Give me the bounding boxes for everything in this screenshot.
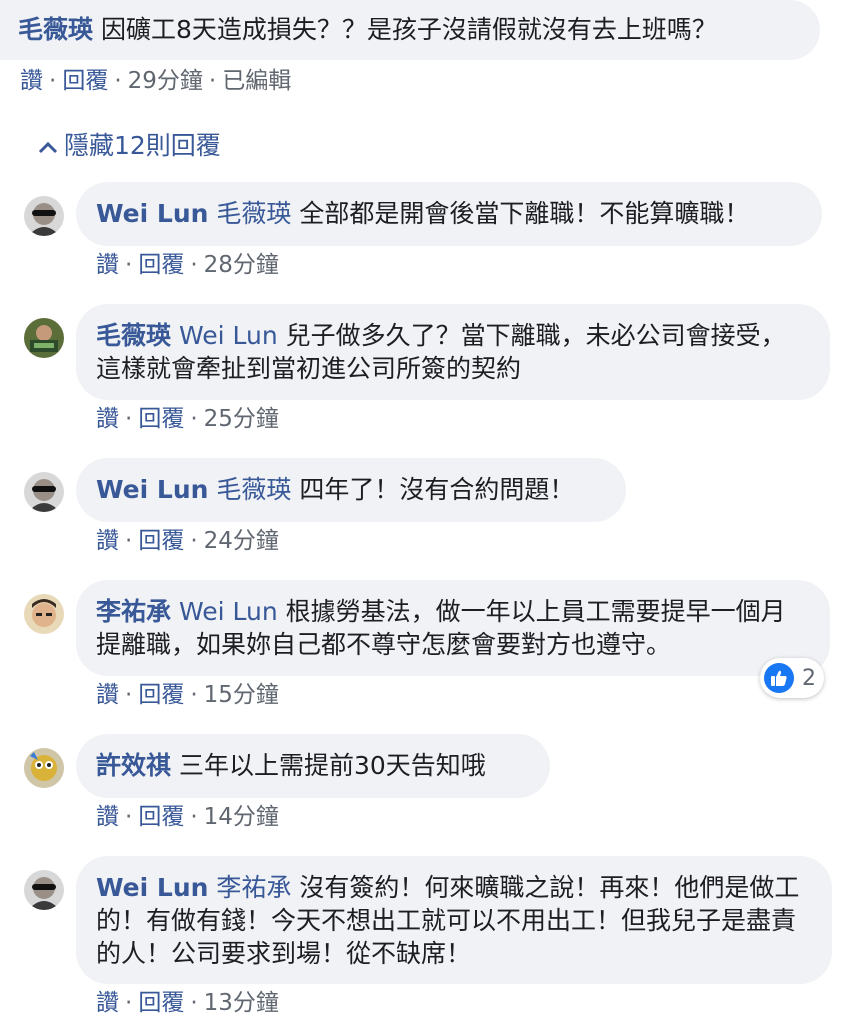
reply-actions: 讚 · 回覆 · 13分鐘: [96, 990, 279, 1016]
reply-mention[interactable]: 李祐承: [216, 873, 291, 902]
reply-time[interactable]: 24分鐘: [204, 528, 279, 554]
reply-link[interactable]: 回覆: [138, 804, 184, 830]
reply-bubble: Wei Lun 毛薇瑛 全部都是開會後當下離職！不能算曠職！: [76, 182, 822, 246]
reply-author[interactable]: 毛薇瑛: [96, 321, 171, 350]
reply-link[interactable]: 回覆: [138, 682, 184, 708]
reply-bubble: Wei Lun 毛薇瑛 四年了！沒有合約問題！: [76, 458, 626, 522]
edited-label: 已編輯: [222, 68, 292, 94]
comment-actions: 讚 · 回覆 · 29分鐘 · 已編輯: [20, 68, 292, 94]
hide-replies-label: 隱藏12則回覆: [64, 131, 221, 160]
reply-mention[interactable]: 毛薇瑛: [216, 475, 291, 504]
reply-time[interactable]: 25分鐘: [204, 406, 279, 432]
reply-actions: 讚 · 回覆 · 15分鐘: [96, 682, 279, 708]
reaction-summary[interactable]: 2: [760, 658, 824, 698]
top-comment-bubble: 毛薇瑛 因礦工8天造成損失？？是孩子沒請假就沒有去上班嗎？: [0, 0, 820, 60]
reply-author[interactable]: Wei Lun: [96, 475, 208, 504]
reply-author[interactable]: Wei Lun: [96, 199, 208, 228]
reply-text: 四年了！沒有合約問題！: [299, 475, 575, 504]
reply-link[interactable]: 回覆: [138, 252, 184, 278]
hide-replies-button[interactable]: 隱藏12則回覆: [38, 128, 221, 164]
avatar[interactable]: [24, 870, 64, 910]
like-link[interactable]: 讚: [96, 252, 119, 278]
like-link[interactable]: 讚: [96, 682, 119, 708]
reply-bubble: Wei Lun 李祐承 沒有簽約！何來曠職之說！再來！他們是做工的！有做有錢！今…: [76, 856, 832, 984]
reply-link[interactable]: 回覆: [138, 528, 184, 554]
reply-author[interactable]: 李祐承: [96, 597, 171, 626]
reply-time[interactable]: 15分鐘: [204, 682, 279, 708]
avatar[interactable]: [24, 748, 64, 788]
reply-bubble: 許效祺 三年以上需提前30天告知哦: [76, 734, 550, 798]
reply-author[interactable]: 許效祺: [96, 751, 171, 780]
reply-time[interactable]: 13分鐘: [204, 990, 279, 1016]
reply-author[interactable]: Wei Lun: [96, 873, 208, 902]
reply-actions: 讚 · 回覆 · 14分鐘: [96, 804, 279, 830]
reply-bubble: 毛薇瑛 Wei Lun 兒子做多久了？當下離職，未必公司會接受，這樣就會牽扯到當…: [76, 304, 830, 400]
reply-actions: 讚 · 回覆 · 28分鐘: [96, 252, 279, 278]
comment-author[interactable]: 毛薇瑛: [18, 15, 93, 44]
reply-bubble: 李祐承 Wei Lun 根據勞基法，做一年以上員工需要提早一個月提離職，如果妳自…: [76, 580, 830, 676]
reply-actions: 讚 · 回覆 · 25分鐘: [96, 406, 279, 432]
avatar[interactable]: [24, 472, 64, 512]
reaction-count: 2: [802, 665, 816, 691]
like-thumb-icon: [764, 663, 794, 693]
avatar[interactable]: [24, 196, 64, 236]
like-link[interactable]: 讚: [96, 528, 119, 554]
like-link[interactable]: 讚: [96, 990, 119, 1016]
reply-time[interactable]: 28分鐘: [204, 252, 279, 278]
reply-link[interactable]: 回覆: [62, 68, 108, 94]
reply-text: 全部都是開會後當下離職！不能算曠職！: [299, 199, 750, 228]
like-link[interactable]: 讚: [96, 406, 119, 432]
comment-text: 因礦工8天造成損失？？是孩子沒請假就沒有去上班嗎？: [100, 15, 717, 44]
reply-text: 三年以上需提前30天告知哦: [178, 751, 486, 780]
reply-actions: 讚 · 回覆 · 24分鐘: [96, 528, 279, 554]
reply-link[interactable]: 回覆: [138, 990, 184, 1016]
like-link[interactable]: 讚: [20, 68, 43, 94]
avatar[interactable]: [24, 318, 64, 358]
reply-mention[interactable]: Wei Lun: [179, 597, 278, 626]
avatar[interactable]: [24, 594, 64, 634]
reply-mention[interactable]: Wei Lun: [179, 321, 278, 350]
reply-link[interactable]: 回覆: [138, 406, 184, 432]
comment-time[interactable]: 29分鐘: [128, 68, 203, 94]
reply-mention[interactable]: 毛薇瑛: [216, 199, 291, 228]
like-link[interactable]: 讚: [96, 804, 119, 830]
reply-time[interactable]: 14分鐘: [204, 804, 279, 830]
chevron-up-icon: [38, 128, 64, 164]
